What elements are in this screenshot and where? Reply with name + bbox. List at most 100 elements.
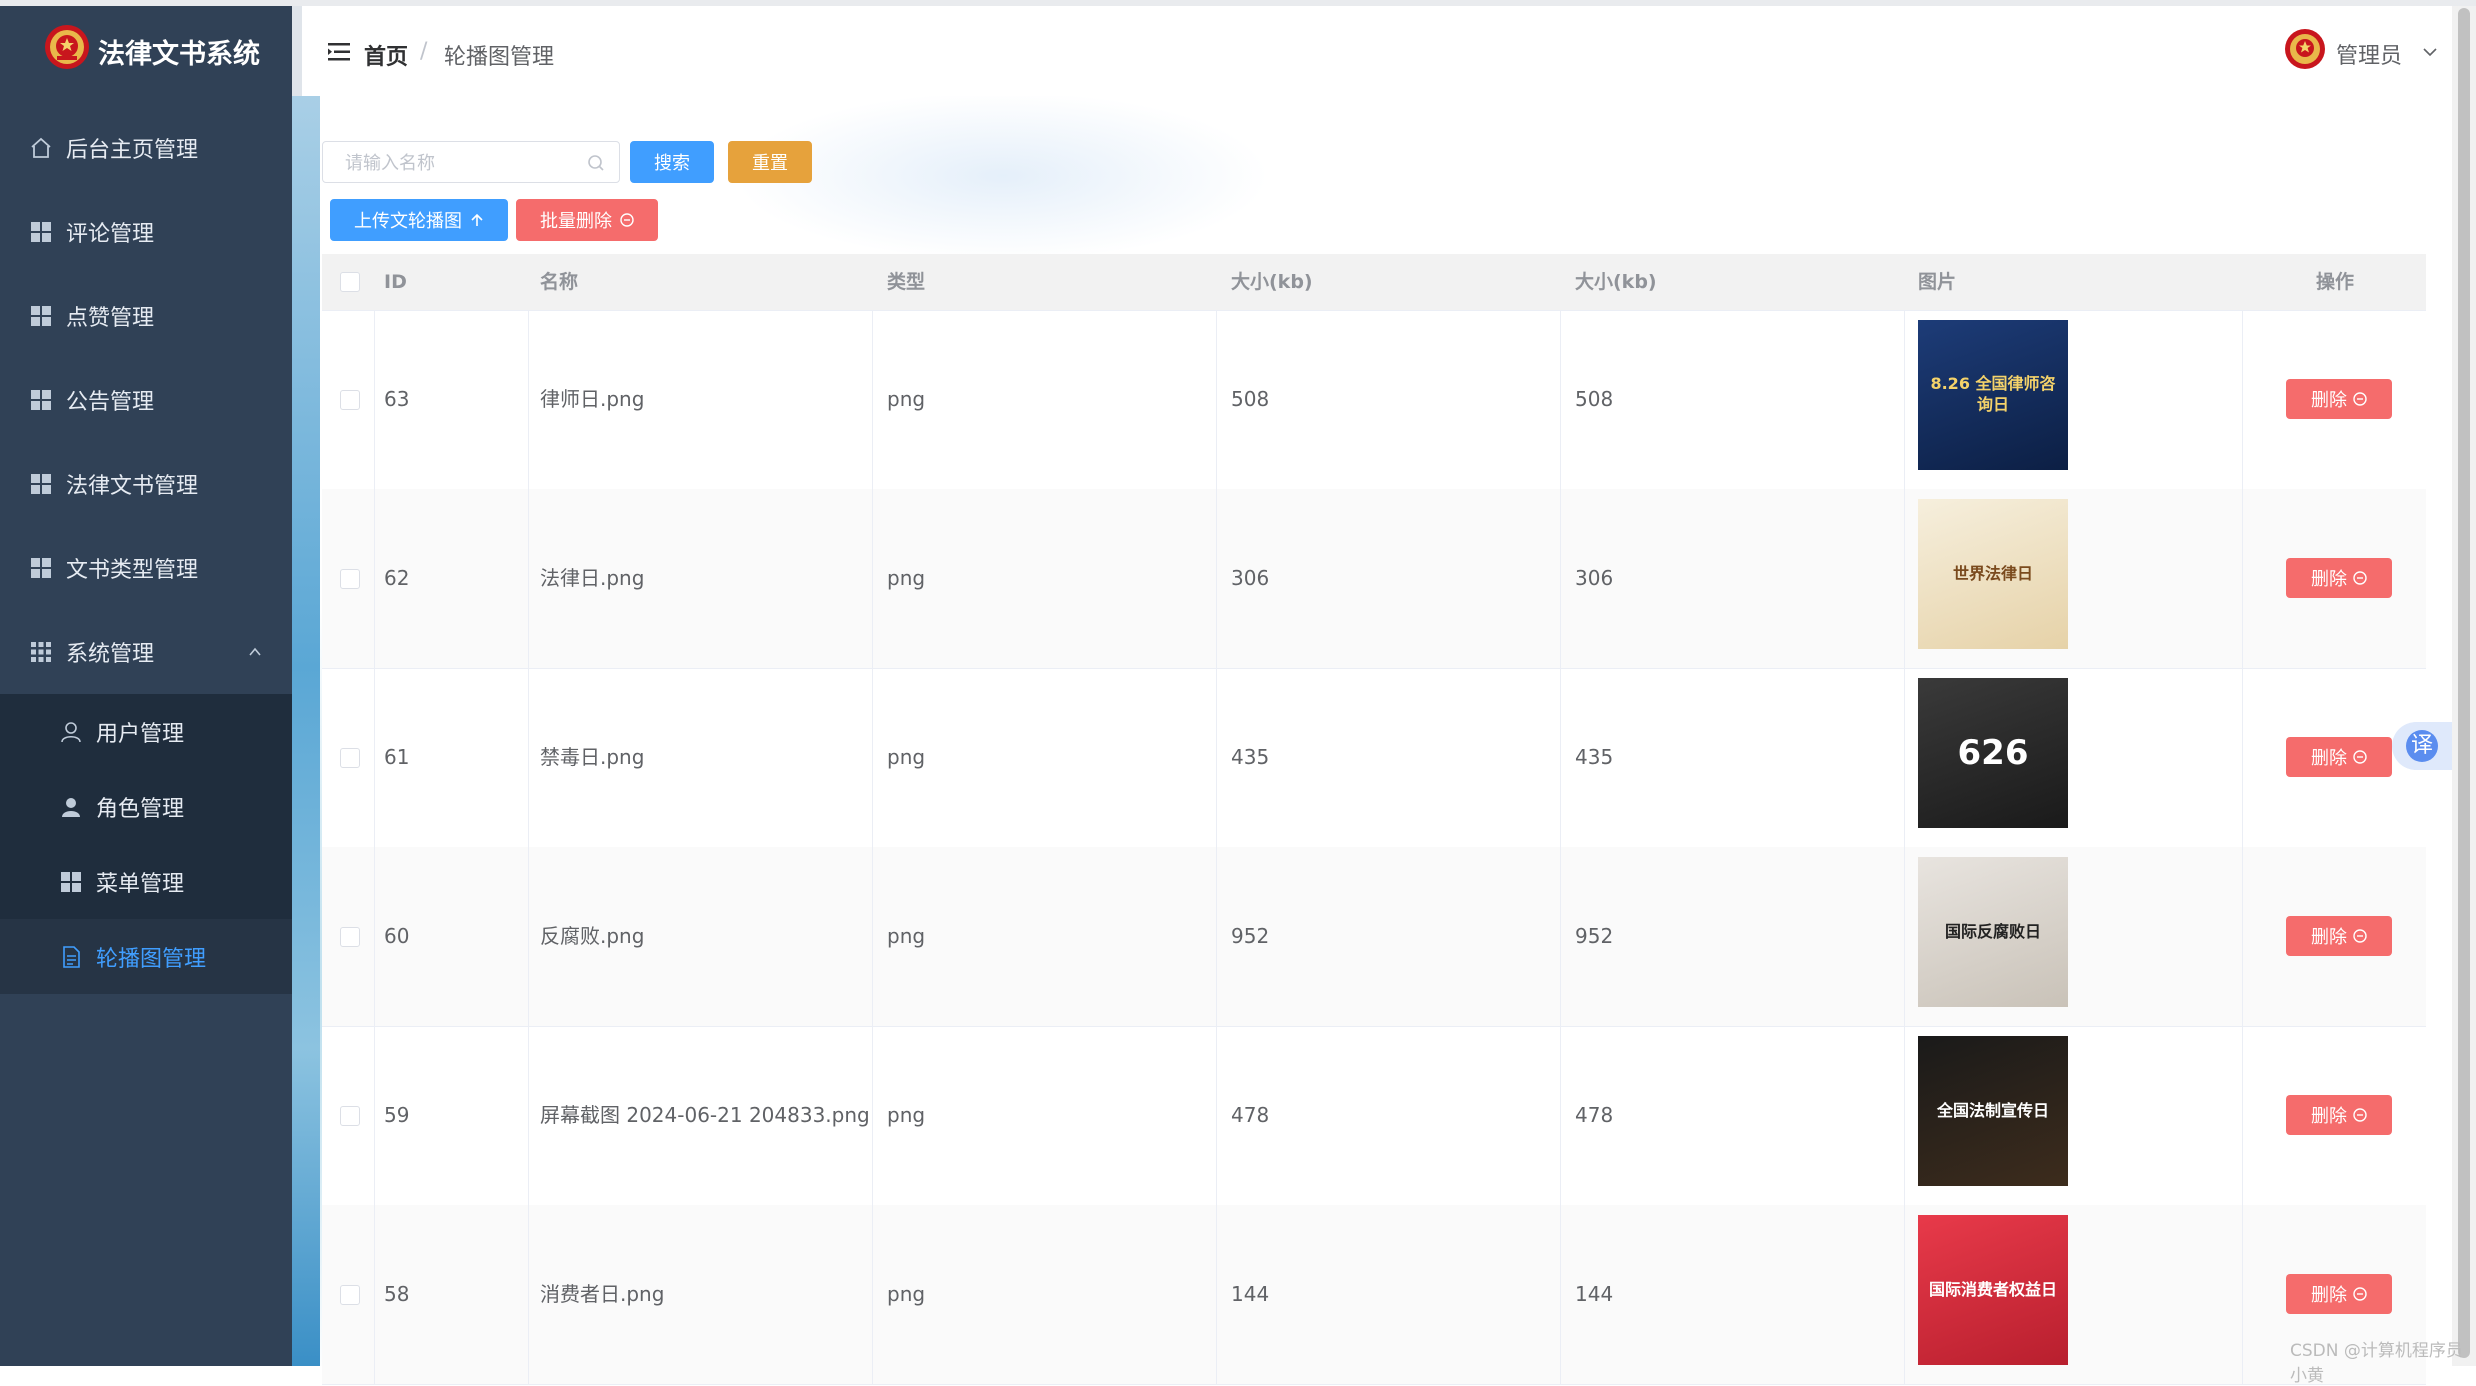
scrollbar-thumb[interactable]	[2458, 8, 2470, 1358]
carousel-thumbnail[interactable]: 626	[1918, 678, 2068, 828]
breadcrumb-home[interactable]: 首页	[364, 39, 408, 71]
cell-size: 144	[1231, 1282, 1270, 1306]
delete-button[interactable]: 删除	[2286, 1095, 2392, 1135]
column-divider	[1560, 668, 1561, 847]
table-row: 59 屏幕截图 2024-06-21 204833.png png 478 478 全国法…	[322, 1026, 2426, 1206]
sidebar-item-menus[interactable]: 菜单管理	[0, 844, 292, 919]
column-header-size[interactable]: 大小(kb)	[1231, 254, 1313, 310]
search-button[interactable]: 搜索	[630, 141, 714, 183]
chevron-up-icon	[249, 647, 261, 656]
column-divider	[2242, 668, 2243, 847]
column-divider	[1560, 847, 1561, 1026]
row-checkbox[interactable]	[340, 1285, 360, 1305]
sidebar-item-label: 法律文书管理	[66, 474, 199, 499]
breadcrumb-separator: /	[420, 39, 428, 64]
sidebar-item-roles[interactable]: 角色管理	[0, 769, 292, 844]
sidebar-item-label: 角色管理	[96, 796, 185, 822]
row-checkbox[interactable]	[340, 927, 360, 947]
sidebar-item-carousel[interactable]: 轮播图管理	[0, 919, 292, 994]
row-checkbox[interactable]	[340, 748, 360, 768]
upload-carousel-button[interactable]: 上传文轮播图	[330, 199, 508, 241]
thumbnail-text: 全国法制宣传日	[1936, 1100, 2049, 1120]
thumbnail-text: 国际反腐败日	[1944, 921, 2041, 941]
cell-size: 478	[1231, 1103, 1270, 1127]
column-header-type[interactable]: 类型	[887, 254, 925, 310]
avatar[interactable]	[2284, 28, 2326, 70]
column-divider	[374, 1026, 375, 1205]
column-divider	[1904, 668, 1905, 847]
delete-button[interactable]: 删除	[2286, 1274, 2392, 1314]
sidebar-item-doc-types[interactable]: 文书类型管理	[0, 526, 292, 610]
arrow-up-icon	[471, 213, 483, 226]
row-checkbox[interactable]	[340, 569, 360, 589]
delete-button-label: 删除	[2311, 1285, 2347, 1306]
carousel-thumbnail[interactable]: 世界法律日	[1918, 499, 2068, 649]
sidebar-item-system[interactable]: 系统管理	[0, 610, 292, 694]
cell-name: 律师日.png	[540, 387, 645, 411]
cell-type: png	[887, 745, 926, 769]
cell-id: 61	[384, 745, 410, 769]
delete-button[interactable]: 删除	[2286, 558, 2392, 598]
column-divider	[1904, 1205, 1905, 1384]
carousel-thumbnail[interactable]: 国际消费者权益日	[1918, 1215, 2068, 1365]
watermark: CSDN @计算机程序员小黄	[2290, 1341, 2463, 1386]
column-header-id[interactable]: ID	[384, 254, 407, 310]
remove-circle-icon	[2353, 1287, 2367, 1301]
sidebar-item-users[interactable]: 用户管理	[0, 694, 292, 769]
column-divider	[374, 668, 375, 847]
sidebar-item-likes[interactable]: 点赞管理	[0, 274, 292, 358]
row-checkbox[interactable]	[340, 390, 360, 410]
search-input[interactable]	[343, 148, 577, 178]
remove-circle-icon	[620, 213, 634, 227]
cell-type: png	[887, 1282, 926, 1306]
column-divider	[872, 847, 873, 1026]
logo: 法律文书系统	[0, 6, 292, 98]
chevron-down-icon[interactable]	[2422, 44, 2438, 60]
sidebar-item-legal-docs[interactable]: 法律文书管理	[0, 442, 292, 526]
user-solid-icon	[62, 797, 80, 817]
column-header-image: 图片	[1918, 271, 1957, 293]
sidebar-item-home[interactable]: 后台主页管理	[0, 106, 292, 190]
search-field	[322, 141, 620, 183]
document-icon	[63, 945, 80, 968]
column-header-name[interactable]: 名称	[540, 254, 578, 310]
sidebar-item-notices[interactable]: 公告管理	[0, 358, 292, 442]
column-divider	[528, 1026, 529, 1205]
column-divider	[2242, 1026, 2243, 1205]
sidebar-item-comments[interactable]: 评论管理	[0, 190, 292, 274]
grid-icon	[61, 871, 81, 892]
column-divider	[1560, 310, 1561, 489]
cell-type: png	[887, 566, 926, 590]
delete-button[interactable]: 删除	[2286, 379, 2392, 419]
column-divider	[374, 310, 375, 489]
thumbnail-text: 626	[1957, 732, 2029, 773]
menu-toggle-icon[interactable]	[328, 42, 350, 62]
column-header-size-2[interactable]: 大小(kb)	[1575, 254, 1657, 310]
sidebar-item-label: 轮播图管理	[96, 946, 207, 972]
batch-delete-button[interactable]: 批量删除	[516, 199, 658, 241]
carousel-thumbnail[interactable]: 国际反腐败日	[1918, 857, 2068, 1007]
grid-icon	[31, 642, 51, 662]
carousel-thumbnail[interactable]: 8.26 全国律师咨询日	[1918, 320, 2068, 470]
column-divider	[374, 489, 375, 668]
table-row: 63 律师日.png png 508 508 8.26 全国律师咨询日 删除	[322, 310, 2426, 490]
delete-button[interactable]: 删除	[2286, 737, 2392, 777]
cell-type: png	[887, 387, 926, 411]
home-icon	[31, 137, 51, 158]
user-name[interactable]: 管理员	[2336, 38, 2402, 70]
cell-name: 法律日.png	[540, 566, 645, 590]
thumbnail-text: 世界法律日	[1952, 563, 2033, 583]
cell-id: 62	[384, 566, 410, 590]
row-checkbox[interactable]	[340, 1106, 360, 1126]
cell-size-2: 144	[1575, 1282, 1614, 1306]
reset-button[interactable]: 重置	[728, 141, 812, 183]
select-all-checkbox[interactable]	[340, 272, 360, 292]
remove-circle-icon	[2353, 929, 2367, 943]
translate-widget[interactable]: 译	[2392, 722, 2452, 770]
table-row: 62 法律日.png png 306 306 世界法律日 删除	[322, 489, 2426, 669]
carousel-thumbnail[interactable]: 全国法制宣传日	[1918, 1036, 2068, 1186]
grid-icon	[31, 390, 51, 410]
column-divider	[1216, 1026, 1217, 1205]
delete-button[interactable]: 删除	[2286, 916, 2392, 956]
column-divider	[872, 489, 873, 668]
